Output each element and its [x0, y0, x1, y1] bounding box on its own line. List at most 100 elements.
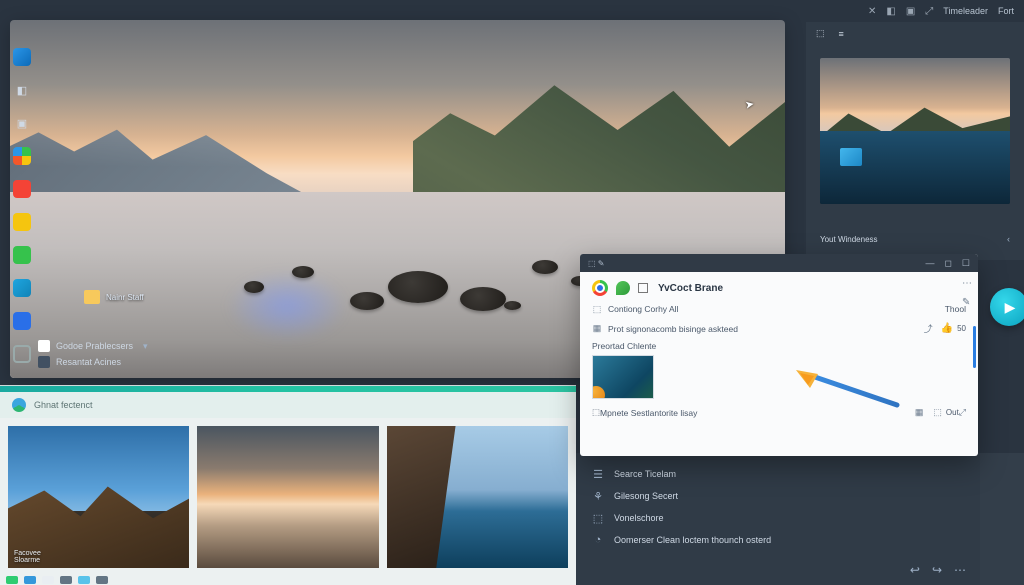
taskbar-icon[interactable]	[6, 576, 18, 584]
window-close-button[interactable]: ☐	[962, 258, 970, 269]
status-indicator: ◧	[886, 6, 895, 17]
app-icon-edge[interactable]	[13, 279, 31, 297]
desktop-row-list: Godoe Prablecsers ▾ Resantat Acines	[38, 340, 365, 368]
desktop-icon-strip: ◧ ▣	[13, 48, 33, 363]
browser-tab-title[interactable]: Ghnat fectenct	[34, 400, 93, 410]
globe-icon	[12, 398, 26, 412]
preview-caption: Yout Windeness	[820, 235, 878, 244]
option-icon: ⬚	[592, 304, 602, 314]
redo-icon[interactable]: ↪	[932, 563, 942, 577]
popup-option-row[interactable]: ▦ Prot signonacomb bisinge askteed ⤴ 👍 5…	[592, 322, 966, 335]
user-icon: ⚘	[592, 490, 604, 502]
mini-taskbar	[0, 575, 220, 585]
context-item-label: Oomerser Clean loctem thounch osterd	[614, 535, 771, 545]
status-bar: ✕ ◧ ▣ ⤢ Timeleader Fort	[0, 0, 1024, 22]
taskbar-icon[interactable]	[60, 576, 72, 584]
popup-window: ⬚ ✎ — ◻ ☐ ⋯ ✎ YvCoct Brane ⬚ Contiong Co…	[580, 254, 978, 456]
preview-thumbnail[interactable]	[820, 58, 1010, 204]
context-item-label: Vonelschore	[614, 513, 664, 523]
app-icon-generic[interactable]: ▣	[13, 114, 31, 132]
cursor-icon: ➤	[744, 97, 755, 111]
chrome-icon	[592, 280, 608, 296]
context-panel: ☰ Searce Ticelam ⚘ Gilesong Secert ⬚ Von…	[576, 453, 980, 585]
share-icon[interactable]: ⤴	[924, 322, 933, 335]
popup-scroll-indicator[interactable]	[973, 326, 976, 368]
option-label: Contiong Corhy All	[608, 304, 678, 314]
taskbar-icon[interactable]	[42, 576, 54, 584]
preview-pager[interactable]: ‹	[1007, 234, 1010, 244]
footer-icon: ⬚	[592, 407, 600, 418]
count-label: 50	[957, 324, 966, 333]
clock-icon: ◔	[592, 534, 604, 546]
edge-strip	[980, 453, 1024, 585]
status-indicator: ✕	[868, 6, 876, 17]
gallery-tile[interactable]	[387, 426, 568, 568]
popup-option-row[interactable]: ⬚ Contiong Corhy All Thool	[592, 304, 966, 314]
row-icon	[38, 356, 50, 368]
browser-tab-bar: Ghnat fectenct	[0, 392, 576, 418]
folder-icon	[84, 290, 100, 304]
calendar-icon: ▦	[592, 324, 602, 334]
grid-icon[interactable]: ▦	[915, 407, 924, 418]
panel-icon[interactable]: ⬚	[816, 28, 825, 39]
option-label: Prot signonacomb bisinge askteed	[608, 324, 738, 334]
status-tab-2[interactable]: Fort	[998, 6, 1014, 16]
more-icon[interactable]: ⋯	[954, 563, 966, 577]
context-item-label: Searce Ticelam	[614, 469, 676, 479]
browser-window: Ghnat fectenct Facovee Sloarme	[0, 385, 576, 585]
panel-icon[interactable]: ≡	[839, 29, 844, 39]
taskbar-icon[interactable]	[24, 576, 36, 584]
row-label: Resantat Acines	[56, 357, 121, 367]
context-item[interactable]: ☰ Searce Ticelam	[592, 463, 964, 485]
popup-title: YvCoct Brane	[658, 283, 723, 294]
context-item[interactable]: ⚘ Gilesong Secert	[592, 485, 964, 507]
window-minimize-button[interactable]: —	[925, 258, 934, 269]
context-item[interactable]: ⬚ Vonelschore	[592, 507, 964, 529]
app-icon-ring[interactable]	[13, 345, 31, 363]
status-tab-1[interactable]: Timeleader	[943, 6, 988, 16]
app-icon-generic[interactable]: ◧	[13, 81, 31, 99]
window-maximize-button[interactable]: ◻	[944, 258, 951, 269]
leaf-icon	[616, 281, 630, 295]
out-icon[interactable]: ⬚	[933, 407, 942, 418]
popup-header: YvCoct Brane	[592, 280, 966, 296]
context-item-label: Gilesong Secert	[614, 491, 678, 501]
popup-titlebar-left: ⬚ ✎	[588, 259, 604, 268]
desktop-row[interactable]: Resantat Acines	[38, 356, 365, 368]
popup-thumbnail[interactable]	[592, 355, 654, 399]
footer-right-label: Out	[946, 408, 959, 417]
status-indicator: ▣	[906, 6, 915, 17]
tile-caption: Facovee Sloarme	[14, 550, 41, 564]
popup-footer-row[interactable]: ⬚ Mpnete Sestlantorite lisay ▦ ⬚ Out ⤢	[592, 407, 966, 418]
desktop-folder-label: Nainr Staff	[106, 293, 144, 302]
row-label: Godoe Prablecsers	[56, 341, 133, 351]
expand-icon[interactable]: ⤢	[959, 407, 966, 418]
undo-icon[interactable]: ↩	[910, 563, 920, 577]
taskbar-icon[interactable]	[78, 576, 90, 584]
popup-titlebar: ⬚ ✎ — ◻ ☐	[580, 254, 978, 272]
app-icon-chrome[interactable]	[13, 147, 31, 165]
desktop-row[interactable]: Godoe Prablecsers ▾	[38, 340, 365, 352]
popup-more-icon[interactable]: ⋯	[962, 278, 972, 289]
gallery-tile[interactable]: Facovee Sloarme	[8, 426, 189, 568]
status-indicator: ⤢	[925, 6, 933, 17]
thumbnail-section-label: Preortad Chlente	[592, 341, 966, 351]
popup-title-icon	[638, 283, 648, 293]
app-icon-blue[interactable]	[13, 312, 31, 330]
preview-panel: ⬚ ≡ Yout Windeness ‹	[806, 22, 1024, 260]
desktop-folder[interactable]: Nainr Staff	[84, 290, 144, 304]
app-icon-red[interactable]	[13, 180, 31, 198]
app-icon-photo[interactable]	[13, 48, 31, 66]
menu-icon: ☰	[592, 468, 604, 480]
thumbs-up-icon[interactable]: 👍	[941, 323, 953, 334]
row-icon	[38, 340, 50, 352]
preview-tile-icon	[840, 148, 862, 166]
popup-edit-icon[interactable]: ✎	[962, 297, 972, 308]
app-icon-green[interactable]	[13, 246, 31, 264]
context-item[interactable]: ◔ Oomerser Clean loctem thounch osterd	[592, 529, 964, 551]
footer-label: Mpnete Sestlantorite lisay	[600, 408, 697, 418]
gallery-tile[interactable]	[197, 426, 378, 568]
play-button[interactable]	[990, 288, 1024, 326]
taskbar-icon[interactable]	[96, 576, 108, 584]
app-icon-yellow[interactable]	[13, 213, 31, 231]
